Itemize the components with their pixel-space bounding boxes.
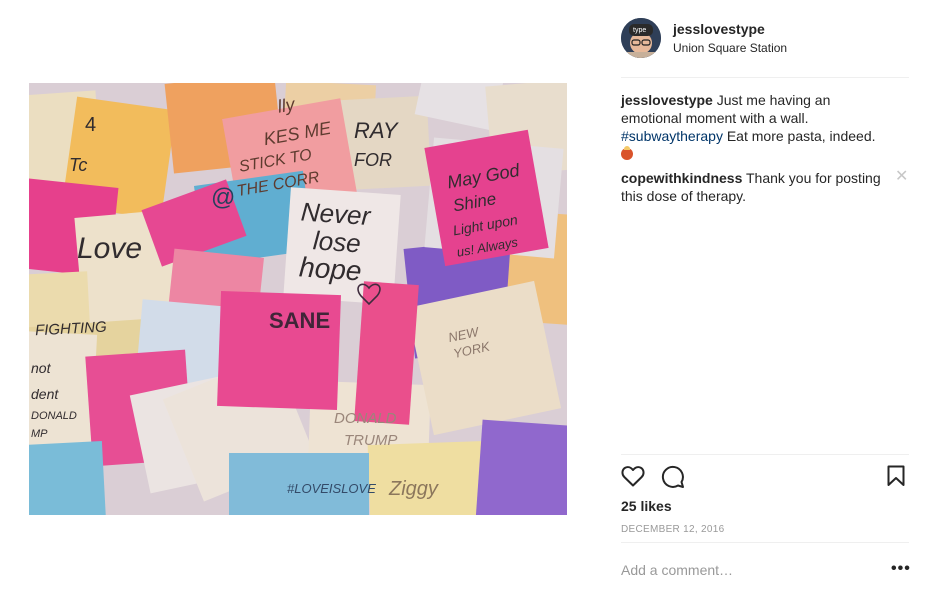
avatar[interactable]: type [621,18,661,58]
avatar-image: type [621,18,661,58]
action-bar [621,465,909,491]
add-comment-input[interactable]: Add a comment… [621,562,733,578]
post-location[interactable]: Union Square Station [673,41,787,55]
comment-icon[interactable] [661,465,685,494]
divider [621,77,909,78]
heart-icon[interactable] [621,465,645,492]
post-header: type jesslovestype Union Square Station [621,18,909,60]
caption-text-2: Eat more pasta, indeed. [726,128,876,144]
comment-item: copewithkindness Thank you for posting t… [621,169,891,205]
post-date: DECEMBER 12, 2016 [621,524,725,535]
bookmark-icon[interactable] [887,465,905,492]
comment-username[interactable]: copewithkindness [621,170,742,186]
caption-hashtag[interactable]: #subwaytherapy [621,128,723,144]
svg-text:type: type [633,27,646,34]
divider [621,454,909,455]
likes-count[interactable]: 25 likes [621,498,672,514]
post-sidebar: type jesslovestype Union Square Station … [621,0,911,597]
caption: jesslovestype Just me having an emotiona… [621,91,891,163]
close-icon[interactable]: ✕ [895,169,908,185]
post-photo[interactable]: Never lose hope SANE May God Shine Light… [29,83,567,515]
post-username[interactable]: jesslovestype [673,21,765,37]
more-icon[interactable]: ••• [891,560,911,578]
spaghetti-emoji-icon [621,146,633,160]
sticky-notes-wall-image: Never lose hope SANE May God Shine Light… [29,83,567,515]
caption-username[interactable]: jesslovestype [621,92,713,108]
divider [621,542,909,543]
